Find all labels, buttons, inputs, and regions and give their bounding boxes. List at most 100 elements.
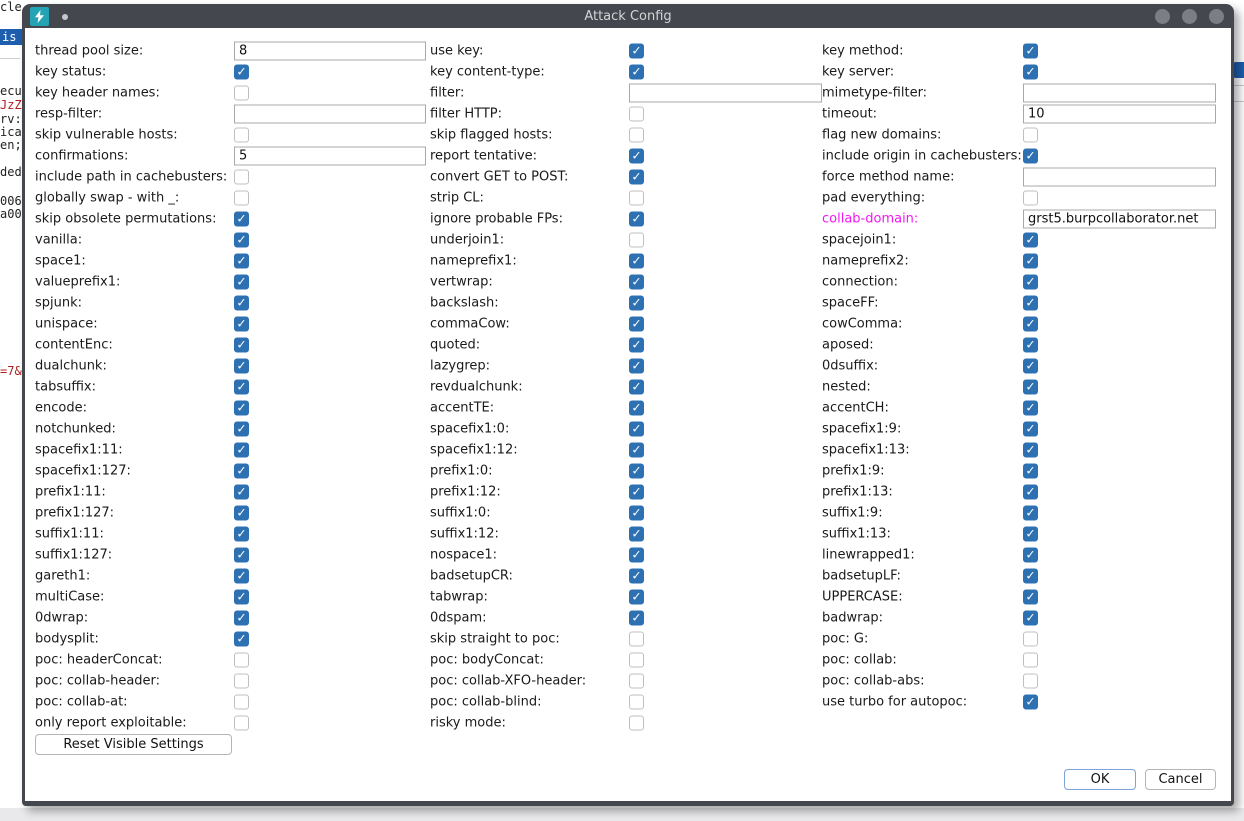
checkbox-backslash[interactable]: ✓ [629, 295, 644, 310]
checkbox-prefix1-127[interactable]: ✓ [234, 505, 249, 520]
input-timeout[interactable] [1023, 104, 1216, 123]
checkbox-prefix1-11[interactable]: ✓ [234, 484, 249, 499]
checkbox-nospace1[interactable]: ✓ [629, 547, 644, 562]
input-resp-filter[interactable] [234, 104, 426, 123]
ok-button[interactable]: OK [1064, 769, 1136, 790]
checkbox-badsetuplf[interactable]: ✓ [1023, 568, 1038, 583]
checkbox-spacejoin1[interactable]: ✓ [1023, 232, 1038, 247]
checkbox-revdualchunk[interactable]: ✓ [629, 379, 644, 394]
checkbox-space1[interactable]: ✓ [234, 253, 249, 268]
checkbox-nameprefix2[interactable]: ✓ [1023, 253, 1038, 268]
checkbox-tabwrap[interactable]: ✓ [629, 589, 644, 604]
checkbox-dualchunk[interactable]: ✓ [234, 358, 249, 373]
checkbox-prefix1-9[interactable]: ✓ [1023, 463, 1038, 478]
checkbox-spacefix1-12[interactable]: ✓ [629, 442, 644, 457]
checkbox-aposed[interactable]: ✓ [1023, 337, 1038, 352]
checkbox-commacow[interactable]: ✓ [629, 316, 644, 331]
checkbox-spacefix1-13[interactable]: ✓ [1023, 442, 1038, 457]
checkbox-include-origin-in-cachebusters[interactable]: ✓ [1023, 148, 1038, 163]
checkbox-key-server[interactable]: ✓ [1023, 64, 1038, 79]
checkbox-pad-everything[interactable] [1023, 190, 1038, 205]
checkbox-flag-new-domains[interactable] [1023, 127, 1038, 142]
checkbox-badsetupcr[interactable]: ✓ [629, 568, 644, 583]
checkbox-multicase[interactable]: ✓ [234, 589, 249, 604]
checkbox-poc-collab-xfo-header[interactable] [629, 673, 644, 688]
checkbox-convert-get-to-post[interactable]: ✓ [629, 169, 644, 184]
checkbox-0dwrap[interactable]: ✓ [234, 610, 249, 625]
checkbox-poc-collab-at[interactable] [234, 694, 249, 709]
checkbox-skip-obsolete-permutations[interactable]: ✓ [234, 211, 249, 226]
input-thread-pool-size[interactable] [234, 41, 426, 60]
checkbox-lazygrep[interactable]: ✓ [629, 358, 644, 373]
checkbox-key-status[interactable]: ✓ [234, 64, 249, 79]
input-force-method-name[interactable] [1023, 167, 1216, 186]
checkbox-suffix1-0[interactable]: ✓ [629, 505, 644, 520]
checkbox-suffix1-127[interactable]: ✓ [234, 547, 249, 562]
checkbox-connection[interactable]: ✓ [1023, 274, 1038, 289]
checkbox-vertwrap[interactable]: ✓ [629, 274, 644, 289]
checkbox-tabsuffix[interactable]: ✓ [234, 379, 249, 394]
checkbox-skip-flagged-hosts[interactable] [629, 127, 644, 142]
checkbox-suffix1-12[interactable]: ✓ [629, 526, 644, 541]
checkbox-accentch[interactable]: ✓ [1023, 400, 1038, 415]
checkbox-quoted[interactable]: ✓ [629, 337, 644, 352]
checkbox-gareth1[interactable]: ✓ [234, 568, 249, 583]
checkbox-spacefix1-11[interactable]: ✓ [234, 442, 249, 457]
window-button-minimize[interactable] [1155, 9, 1170, 24]
checkbox-poc-collab-blind[interactable] [629, 694, 644, 709]
checkbox-linewrapped1[interactable]: ✓ [1023, 547, 1038, 562]
checkbox-skip-vulnerable-hosts[interactable] [234, 127, 249, 142]
checkbox-accentte[interactable]: ✓ [629, 400, 644, 415]
checkbox-contentenc[interactable]: ✓ [234, 337, 249, 352]
checkbox-prefix1-0[interactable]: ✓ [629, 463, 644, 478]
checkbox-spjunk[interactable]: ✓ [234, 295, 249, 310]
reset-visible-settings-button[interactable]: Reset Visible Settings [35, 734, 232, 755]
checkbox-prefix1-13[interactable]: ✓ [1023, 484, 1038, 499]
checkbox-poc-collab-abs[interactable] [1023, 673, 1038, 688]
checkbox-risky-mode[interactable] [629, 715, 644, 730]
input-mimetype-filter[interactable] [1023, 83, 1216, 102]
checkbox-spacefix1-9[interactable]: ✓ [1023, 421, 1038, 436]
checkbox-skip-straight-to-poc[interactable] [629, 631, 644, 646]
checkbox-notchunked[interactable]: ✓ [234, 421, 249, 436]
checkbox-report-tentative[interactable]: ✓ [629, 148, 644, 163]
checkbox-uppercase[interactable]: ✓ [1023, 589, 1038, 604]
checkbox-0dspam[interactable]: ✓ [629, 610, 644, 625]
checkbox-ignore-probable-fps[interactable]: ✓ [629, 211, 644, 226]
checkbox-bodysplit[interactable]: ✓ [234, 631, 249, 646]
checkbox-badwrap[interactable]: ✓ [1023, 610, 1038, 625]
checkbox-poc-g[interactable] [1023, 631, 1038, 646]
input-confirmations[interactable] [234, 146, 426, 165]
checkbox-cowcomma[interactable]: ✓ [1023, 316, 1038, 331]
checkbox-include-path-in-cachebusters[interactable] [234, 169, 249, 184]
checkbox-poc-headerconcat[interactable] [234, 652, 249, 667]
checkbox-0dsuffix[interactable]: ✓ [1023, 358, 1038, 373]
checkbox-globally-swap-with[interactable] [234, 190, 249, 205]
checkbox-poc-collab[interactable] [1023, 652, 1038, 667]
window-button-close[interactable] [1209, 9, 1224, 24]
checkbox-suffix1-11[interactable]: ✓ [234, 526, 249, 541]
checkbox-key-header-names[interactable] [234, 85, 249, 100]
checkbox-spaceff[interactable]: ✓ [1023, 295, 1038, 310]
window-button-maximize[interactable] [1182, 9, 1197, 24]
cancel-button[interactable]: Cancel [1145, 769, 1216, 790]
checkbox-nameprefix1[interactable]: ✓ [629, 253, 644, 268]
checkbox-key-content-type[interactable]: ✓ [629, 64, 644, 79]
checkbox-suffix1-13[interactable]: ✓ [1023, 526, 1038, 541]
checkbox-suffix1-9[interactable]: ✓ [1023, 505, 1038, 520]
checkbox-strip-cl[interactable] [629, 190, 644, 205]
checkbox-poc-collab-header[interactable] [234, 673, 249, 688]
input-filter[interactable] [629, 83, 822, 102]
checkbox-spacefix1-0[interactable]: ✓ [629, 421, 644, 436]
checkbox-poc-bodyconcat[interactable] [629, 652, 644, 667]
checkbox-vanilla[interactable]: ✓ [234, 232, 249, 247]
checkbox-encode[interactable]: ✓ [234, 400, 249, 415]
dialog-titlebar[interactable]: Attack Config [22, 4, 1234, 28]
checkbox-prefix1-12[interactable]: ✓ [629, 484, 644, 499]
input-collab-domain[interactable] [1023, 209, 1216, 228]
checkbox-key-method[interactable]: ✓ [1023, 43, 1038, 58]
checkbox-only-report-exploitable[interactable] [234, 715, 249, 730]
checkbox-valueprefix1[interactable]: ✓ [234, 274, 249, 289]
checkbox-use-key[interactable]: ✓ [629, 43, 644, 58]
checkbox-use-turbo-for-autopoc[interactable]: ✓ [1023, 694, 1038, 709]
